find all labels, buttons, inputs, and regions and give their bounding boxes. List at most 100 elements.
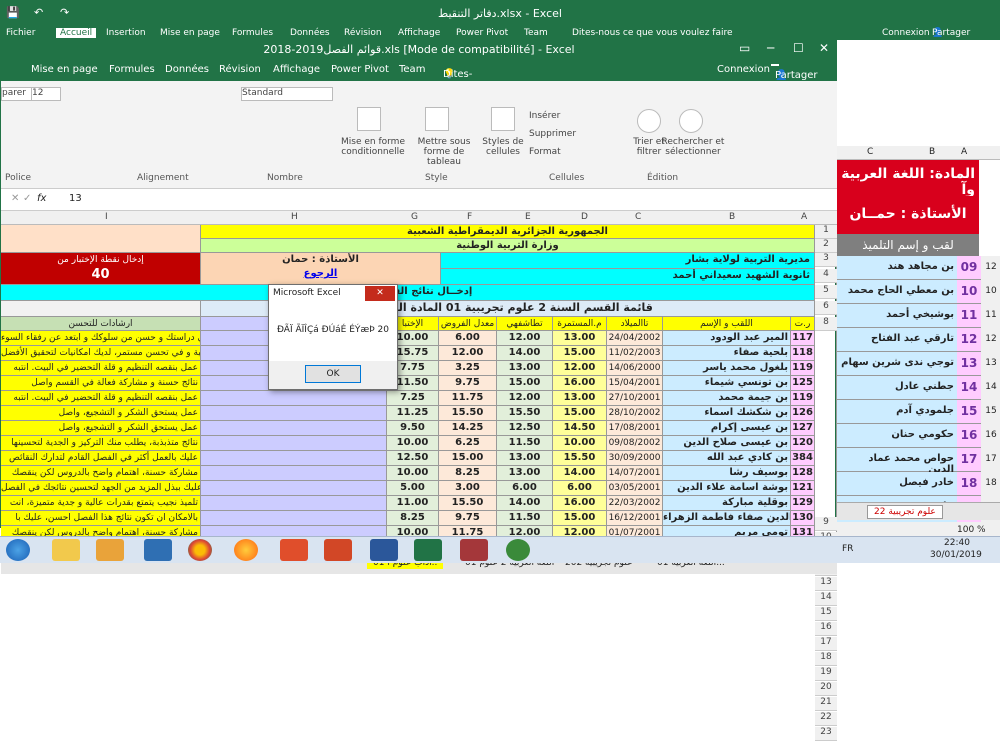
row-advice-cell[interactable]: عليك ببذل المزيد من الجهد لتحسين نتائجك … — [1, 481, 201, 496]
hdr-advice[interactable]: ارشادات للتحسن — [1, 317, 201, 331]
row-exam-cell[interactable]: 9.50 — [387, 421, 439, 436]
row-cont-cell[interactable]: 12.00 — [553, 361, 607, 376]
right-name-cell[interactable]: حواص محمد عماد الدين — [837, 448, 957, 475]
row-h-cell[interactable] — [201, 481, 387, 496]
tell-me[interactable]: Dites-nous ce que vous voulez faire — [572, 28, 733, 38]
menu-powerpivot-f[interactable]: Power Pivot — [331, 64, 389, 75]
front-partager[interactable]: 👤 Partager — [771, 64, 817, 81]
row-avg-cell[interactable]: 3.25 — [439, 361, 497, 376]
right-num-cell[interactable]: 15 — [957, 400, 981, 424]
header-ministry[interactable]: وزارة التربية الوطنية — [201, 239, 815, 253]
back-connexion[interactable]: Connexion — [882, 28, 930, 38]
row-name-cell[interactable]: بن عيسى صلاح الدين — [663, 436, 791, 451]
row-tasks-cell[interactable]: 13.00 — [497, 451, 553, 466]
header-left-blank[interactable] — [1, 225, 201, 253]
col-c-header[interactable]: C — [867, 147, 873, 157]
col-b[interactable]: B — [729, 212, 735, 222]
menu-power-pivot[interactable]: Power Pivot — [456, 28, 508, 38]
menu-fichier[interactable]: Fichier — [6, 28, 35, 38]
row-birth-cell[interactable]: 30/09/2000 — [607, 451, 663, 466]
row-num-cell[interactable]: 127 — [791, 421, 815, 436]
minimize-icon[interactable]: ─ — [767, 41, 774, 55]
row-name-cell[interactable]: بلغول محمد ياسر — [663, 361, 791, 376]
row-birth-cell[interactable]: 14/06/2000 — [607, 361, 663, 376]
menu-team-f[interactable]: Team — [399, 64, 425, 75]
row-advice-cell[interactable]: عمل يستحق الشكر و التشجيع، واصل — [1, 406, 201, 421]
row-header[interactable]: 22 — [815, 712, 837, 726]
right-name-cell[interactable]: خادر فيصل — [837, 472, 957, 496]
row-avg-cell[interactable]: 14.25 — [439, 421, 497, 436]
row-header-top[interactable]: 4 — [815, 269, 837, 283]
row-birth-cell[interactable]: 03/05/2001 — [607, 481, 663, 496]
row-cont-cell[interactable]: 13.00 — [553, 331, 607, 346]
right-name-cell[interactable]: حكومي حنان — [837, 424, 957, 448]
dialog-close-icon[interactable]: ✕ — [365, 286, 395, 301]
hdr-cont[interactable]: م.المستمرة — [553, 317, 607, 331]
access-icon[interactable] — [460, 539, 488, 561]
menu-revision[interactable]: Révision — [344, 28, 382, 38]
powerpoint-icon[interactable] — [324, 539, 352, 561]
clock-time[interactable]: 22:40 — [944, 538, 970, 548]
col-i[interactable]: I — [105, 212, 108, 222]
col-h[interactable]: H — [291, 212, 298, 222]
hdr-avg[interactable]: معدل الفروض — [439, 317, 497, 331]
font-size-box[interactable]: 12 — [31, 87, 61, 101]
ccleaner-icon[interactable] — [280, 539, 308, 561]
row-birth-cell[interactable]: 28/10/2002 — [607, 406, 663, 421]
fx-icon[interactable]: fx — [37, 193, 46, 204]
row-advice-cell[interactable]: عمل يستحق الشكر و التشجيع، واصل — [1, 421, 201, 436]
row-cont-cell[interactable]: 14.00 — [553, 466, 607, 481]
ribbon-display-icon[interactable]: ▭ — [739, 41, 750, 55]
cancel-icon[interactable]: ✕ — [11, 193, 19, 204]
clock-date[interactable]: 30/01/2019 — [930, 550, 982, 560]
right-num-cell[interactable]: 16 — [957, 424, 981, 448]
excel-icon[interactable] — [414, 539, 442, 561]
chrome-icon[interactable] — [188, 539, 212, 561]
row-advice-cell[interactable]: عمل بنقصه التنظيم و قلة التحضير في البيت… — [1, 391, 201, 406]
row-advice-cell[interactable]: مشاركة حسنة، اهتمام واضح بالدروس لكن ينق… — [1, 466, 201, 481]
row-tasks-cell[interactable]: 12.00 — [497, 391, 553, 406]
row-header[interactable]: 20 — [815, 682, 837, 696]
row-birth-cell[interactable]: 17/08/2001 — [607, 421, 663, 436]
formula-input[interactable]: 13 — [69, 193, 82, 204]
row-name-cell[interactable]: بوقلية مباركة — [663, 496, 791, 511]
right-num-cell[interactable]: 14 — [957, 376, 981, 400]
language-indicator[interactable]: FR — [842, 544, 853, 554]
blank-row7[interactable] — [1, 301, 201, 317]
row-tasks-cell[interactable]: 15.50 — [497, 406, 553, 421]
maximize-icon[interactable]: ☐ — [793, 41, 804, 55]
col-g[interactable]: G — [411, 212, 418, 222]
format-button[interactable]: Format — [529, 147, 561, 157]
directorate[interactable]: مديرية التربية لولاية بشار — [441, 253, 815, 269]
row-advice-cell[interactable]: بالامكان ان تكون نتائج هذا الفصل احسن، ع… — [1, 511, 201, 526]
folder-icon[interactable] — [96, 539, 124, 561]
find-select-icon[interactable] — [679, 109, 703, 133]
row-birth-cell[interactable]: 24/04/2002 — [607, 331, 663, 346]
row-num-cell[interactable]: 128 — [791, 466, 815, 481]
format-table-icon[interactable] — [425, 107, 449, 131]
row-exam-cell[interactable]: 7.25 — [387, 391, 439, 406]
hdr-num[interactable]: ر.ت — [791, 317, 815, 331]
row-advice-cell[interactable]: تلميذ نجيب يتمتع بقدرات عالية و جدية متم… — [1, 496, 201, 511]
row-avg-cell[interactable]: 11.75 — [439, 391, 497, 406]
row-num-cell[interactable]: 119 — [791, 391, 815, 406]
row-advice-cell[interactable]: عليك بالعمل أكثر في الفصل القادم لتدارك … — [1, 451, 201, 466]
right-num-cell[interactable]: 17 — [957, 448, 981, 472]
right-name-cell[interactable]: جطني عادل — [837, 376, 957, 400]
menu-formules[interactable]: Formules — [232, 28, 273, 38]
row-birth-cell[interactable]: 14/07/2001 — [607, 466, 663, 481]
menu-donnees-f[interactable]: Données — [165, 64, 209, 75]
right-sheet-tab[interactable]: 2علوم تجريبية 2 — [867, 505, 943, 519]
row-cont-cell[interactable]: 15.00 — [553, 406, 607, 421]
row-header-top[interactable]: 6 — [815, 301, 837, 315]
network-icon[interactable] — [506, 539, 530, 561]
row-birth-cell[interactable]: 27/10/2001 — [607, 391, 663, 406]
mft-label[interactable]: Mettre sous forme de tableau — [407, 137, 481, 167]
row-header[interactable]: 17 — [815, 637, 837, 651]
row-num-cell[interactable]: 125 — [791, 376, 815, 391]
menu-accueil[interactable]: Accueil — [56, 28, 97, 38]
teacher-cell[interactable]: الأستاذة : حمان الرجوع — [201, 253, 441, 285]
row-header[interactable]: 18 — [815, 652, 837, 666]
col-a[interactable]: A — [801, 212, 807, 222]
row-birth-cell[interactable]: 16/12/2001 — [607, 511, 663, 526]
